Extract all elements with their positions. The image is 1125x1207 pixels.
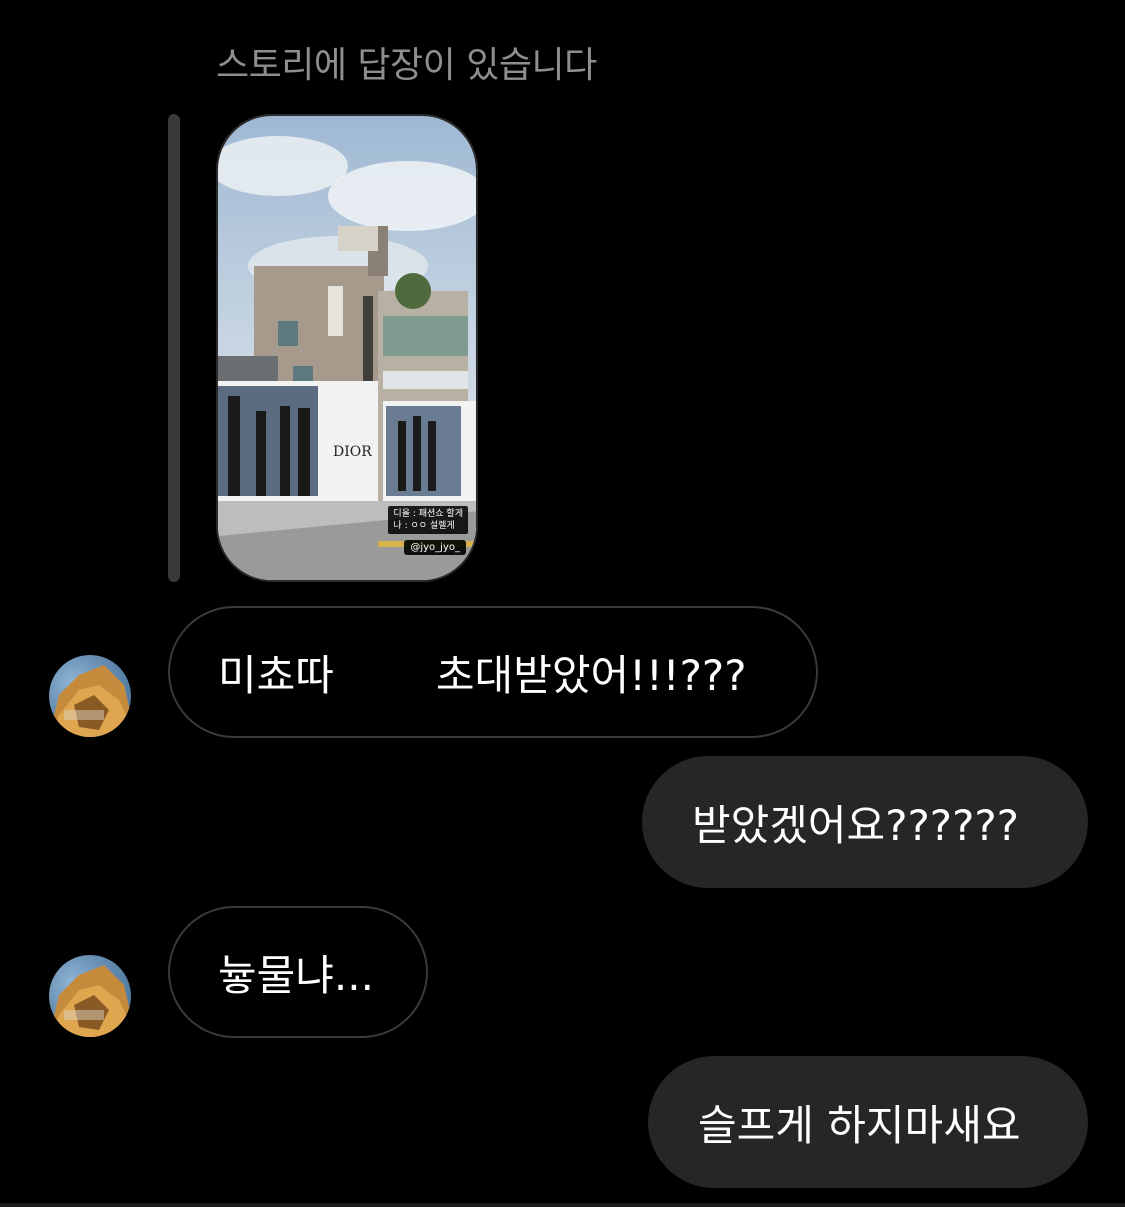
- avatar-image: [49, 965, 131, 1037]
- story-caption-line2: 나 : ㅇㅇ 설렐게: [393, 521, 455, 531]
- dm-conversation: 스토리에 답장이 있습니다 DIOR 디올: 패션쇼 할게 나: ㅇㅇ 설렐…: [0, 0, 1125, 1207]
- story-caption: 디올 : 패션쇼 할게 나 : ㅇㅇ 설렐게: [388, 506, 468, 534]
- message-bubble-incoming[interactable]: 미쵸따 초대받았어!!!???: [168, 606, 818, 738]
- sender-avatar[interactable]: [49, 655, 131, 737]
- message-text-part2: 초대받았어!!!???: [435, 650, 747, 700]
- story-handle: @jyo_jyo_: [404, 540, 466, 555]
- message-bubble-incoming[interactable]: 늏물냐...: [168, 906, 428, 1038]
- story-reply-label: 스토리에 답장이 있습니다: [216, 45, 597, 86]
- message-bubble-outgoing[interactable]: 받았겠어요??????: [642, 756, 1088, 888]
- message-bubble-outgoing[interactable]: 슬프게 하지마새요: [648, 1056, 1088, 1188]
- sender-avatar[interactable]: [49, 955, 131, 1037]
- billboard-brand: DIOR: [333, 444, 372, 460]
- avatar-image: [49, 665, 131, 737]
- censored-region: [339, 642, 430, 702]
- story-caption-line1: 디올 : 패션쇼 할게: [393, 509, 463, 519]
- message-text: 슬프게 하지마새요: [698, 1100, 1021, 1150]
- message-text: 늏물냐...: [218, 950, 374, 1000]
- bottom-divider: [0, 1203, 1125, 1207]
- message-text-part1: 미쵸따: [218, 650, 334, 700]
- story-thumbnail[interactable]: DIOR 디올 : 패션쇼 할게 나 : ㅇㅇ 설렐게 @jyo_jyo_: [216, 114, 478, 582]
- message-text: 받았겠어요??????: [692, 800, 1019, 850]
- quote-bar: [168, 114, 180, 582]
